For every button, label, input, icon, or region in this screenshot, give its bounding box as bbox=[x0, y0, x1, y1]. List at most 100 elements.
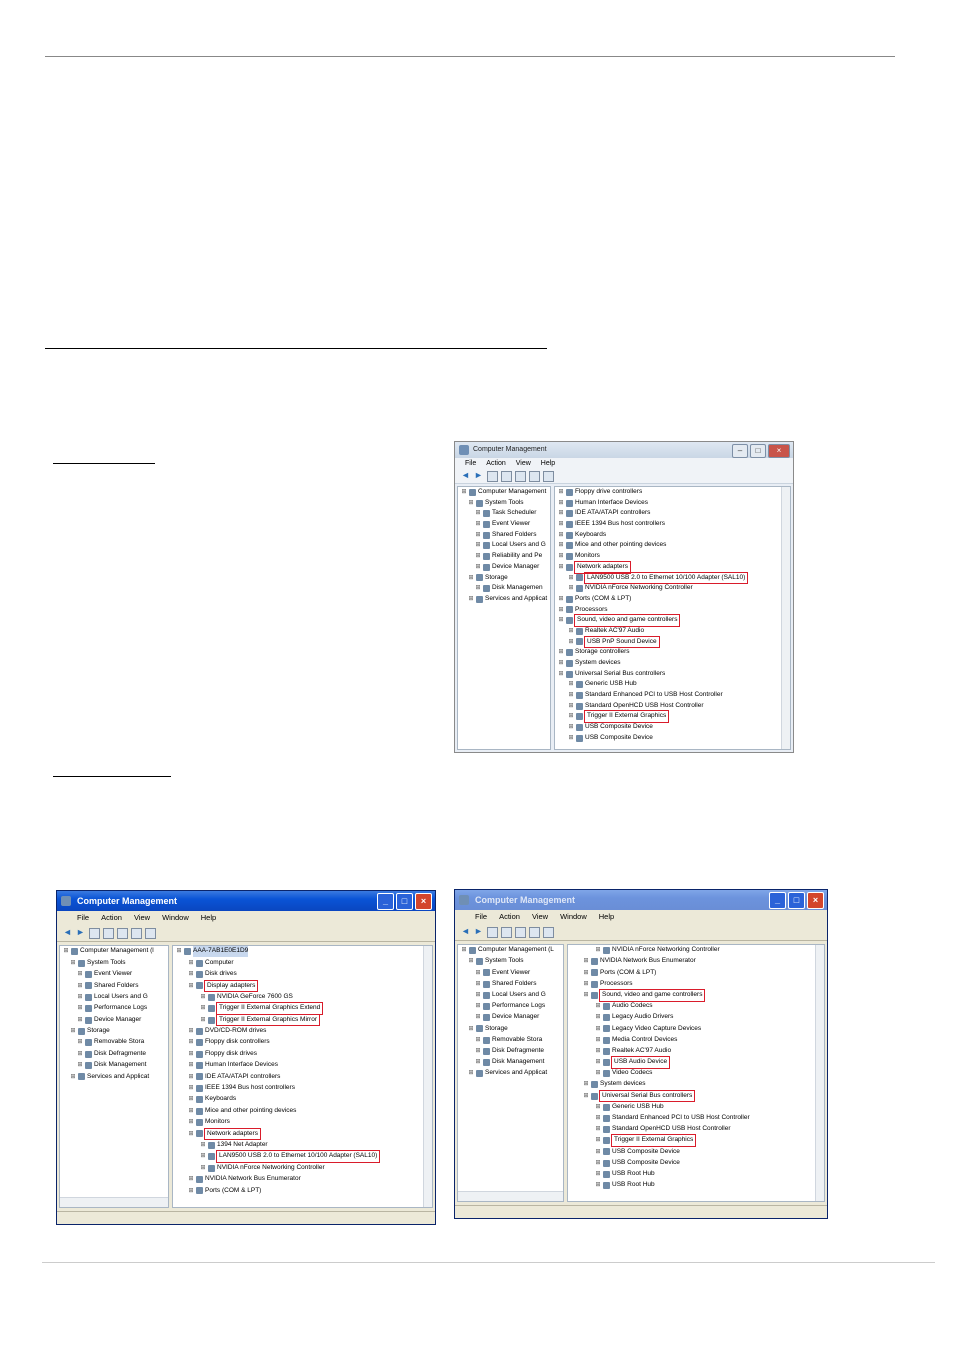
tree-node[interactable]: ⊞ Standard Enhanced PCI to USB Host Contr… bbox=[555, 690, 790, 701]
tree-node[interactable]: ⊞ AAA-7AB1E0E1D9 bbox=[173, 946, 432, 958]
tree-node[interactable]: ⊞ Sound, video and game controllers bbox=[568, 989, 824, 1002]
tree-node[interactable]: ⊞ Realtek AC'97 Audio bbox=[568, 1046, 824, 1057]
vertical-scrollbar[interactable] bbox=[815, 945, 824, 1201]
tree-node[interactable]: ⊞ Performance Logs bbox=[60, 1003, 168, 1014]
expand-toggle-icon[interactable]: ⊞ bbox=[595, 1057, 601, 1068]
expand-toggle-icon[interactable]: ⊞ bbox=[188, 969, 194, 980]
menu-help[interactable]: Help bbox=[201, 911, 216, 925]
expand-toggle-icon[interactable]: ⊞ bbox=[200, 1140, 206, 1151]
expand-toggle-icon[interactable]: ⊞ bbox=[188, 1094, 194, 1105]
tree-node[interactable]: ⊞ Event Viewer bbox=[458, 967, 563, 978]
tree-node[interactable]: ⊞ Disk Managemen bbox=[458, 583, 550, 594]
expand-toggle-icon[interactable]: ⊞ bbox=[77, 1060, 83, 1071]
expand-toggle-icon[interactable]: ⊞ bbox=[188, 1037, 194, 1048]
expand-toggle-icon[interactable]: ⊞ bbox=[558, 519, 564, 530]
tree-node[interactable]: ⊞ USB Composite Device bbox=[568, 1146, 824, 1157]
tree-node[interactable]: ⊞ Disk Defragmente bbox=[458, 1046, 563, 1057]
close-button[interactable]: × bbox=[807, 892, 824, 909]
tree-node[interactable]: ⊞ USB Root Hub bbox=[568, 1180, 824, 1191]
expand-toggle-icon[interactable]: ⊞ bbox=[475, 1057, 481, 1068]
tree-node[interactable]: ⊞ Monitors bbox=[173, 1117, 432, 1128]
tree-node[interactable]: ⊞ Monitors bbox=[555, 551, 790, 562]
expand-toggle-icon[interactable]: ⊞ bbox=[595, 1113, 601, 1124]
expand-toggle-icon[interactable]: ⊞ bbox=[558, 615, 564, 626]
tree-node[interactable]: ⊞ Performance Logs bbox=[458, 1001, 563, 1012]
menu-file[interactable]: File bbox=[77, 911, 89, 925]
tree-node[interactable]: ⊞ USB Composite Device bbox=[555, 722, 790, 733]
help-icon[interactable] bbox=[145, 927, 156, 939]
tree-node[interactable]: ⊞ Computer Management (l bbox=[60, 946, 168, 957]
expand-toggle-icon[interactable]: ⊞ bbox=[568, 583, 574, 594]
print-icon[interactable] bbox=[515, 926, 526, 938]
expand-toggle-icon[interactable]: ⊞ bbox=[70, 1026, 76, 1037]
tree-node[interactable]: ⊞ Storage controllers bbox=[555, 647, 790, 658]
expand-toggle-icon[interactable]: ⊞ bbox=[188, 981, 194, 992]
tree-node[interactable]: ⊞ Video Codecs bbox=[568, 1068, 824, 1079]
tree-node[interactable]: ⊞ Audio Codecs bbox=[568, 1001, 824, 1012]
tree-node[interactable]: ⊞ Network adapters bbox=[555, 560, 790, 574]
expand-toggle-icon[interactable]: ⊞ bbox=[595, 1147, 601, 1158]
help-icon[interactable] bbox=[543, 926, 554, 938]
tree-node[interactable]: ⊞ Disk Management bbox=[60, 1060, 168, 1071]
tree-node[interactable]: ⊞ Human Interface Devices bbox=[173, 1060, 432, 1071]
expand-toggle-icon[interactable]: ⊞ bbox=[558, 605, 564, 616]
menu-view[interactable]: View bbox=[532, 910, 548, 924]
tree-node[interactable]: ⊞ Computer Management (L bbox=[458, 945, 563, 956]
tree-node[interactable]: ⊞ System Tools bbox=[458, 498, 550, 509]
print-icon[interactable] bbox=[117, 927, 128, 939]
expand-toggle-icon[interactable]: ⊞ bbox=[77, 1037, 83, 1048]
expand-toggle-icon[interactable]: ⊞ bbox=[475, 530, 481, 541]
expand-toggle-icon[interactable]: ⊞ bbox=[188, 1106, 194, 1117]
expand-toggle-icon[interactable]: ⊞ bbox=[558, 551, 564, 562]
expand-toggle-icon[interactable]: ⊞ bbox=[583, 979, 589, 990]
expand-toggle-icon[interactable]: ⊞ bbox=[77, 1003, 83, 1014]
tree-node[interactable]: ⊞ Event Viewer bbox=[60, 969, 168, 980]
expand-toggle-icon[interactable]: ⊞ bbox=[176, 946, 182, 957]
tree-node[interactable]: ⊞ Services and Applicat bbox=[458, 1068, 563, 1079]
tree-node[interactable]: ⊞ Mice and other pointing devices bbox=[555, 540, 790, 551]
tree-node[interactable]: ⊞ Human Interface Devices bbox=[555, 498, 790, 509]
tree-node[interactable]: ⊞ USB Composite Device bbox=[555, 733, 790, 744]
minimize-button[interactable]: _ bbox=[377, 893, 394, 910]
forward-arrow-icon[interactable]: ► bbox=[76, 928, 86, 938]
expand-toggle-icon[interactable]: ⊞ bbox=[595, 1124, 601, 1135]
expand-toggle-icon[interactable]: ⊞ bbox=[558, 508, 564, 519]
tree-node[interactable]: ⊞ Shared Folders bbox=[458, 979, 563, 990]
scan-hardware-icon[interactable] bbox=[543, 470, 554, 482]
expand-toggle-icon[interactable]: ⊞ bbox=[475, 979, 481, 990]
expand-toggle-icon[interactable]: ⊞ bbox=[475, 1001, 481, 1012]
expand-toggle-icon[interactable]: ⊞ bbox=[595, 1135, 601, 1146]
tree-node[interactable]: ⊞ Media Control Devices bbox=[568, 1035, 824, 1046]
horizontal-scrollbar[interactable] bbox=[458, 1191, 563, 1201]
expand-toggle-icon[interactable]: ⊞ bbox=[475, 583, 481, 594]
expand-toggle-icon[interactable]: ⊞ bbox=[558, 647, 564, 658]
tree-node[interactable]: ⊞ Floppy drive controllers bbox=[555, 487, 790, 498]
tree-node[interactable]: ⊞ Device Manager bbox=[458, 562, 550, 573]
tree-node[interactable]: ⊞ Sound, video and game controllers bbox=[555, 614, 790, 627]
expand-toggle-icon[interactable]: ⊞ bbox=[188, 1026, 194, 1037]
expand-toggle-icon[interactable]: ⊞ bbox=[188, 1186, 194, 1197]
vista-title-bar[interactable]: Computer Management – □ × bbox=[455, 442, 793, 458]
tree-node[interactable]: ⊞ Processors bbox=[568, 979, 824, 990]
tree-node[interactable]: ⊞ Display adapters bbox=[173, 979, 432, 993]
tree-node[interactable]: ⊞ Keyboards bbox=[555, 530, 790, 541]
xp-title-bar[interactable]: Computer Management _ □ × bbox=[57, 891, 435, 911]
up-folder-icon[interactable] bbox=[487, 470, 498, 482]
properties-icon[interactable] bbox=[515, 470, 526, 482]
expand-toggle-icon[interactable]: ⊞ bbox=[77, 981, 83, 992]
tree-node[interactable]: ⊞ USB PnP Sound Device bbox=[555, 635, 790, 649]
menu-view[interactable]: View bbox=[134, 911, 150, 925]
tree-node[interactable]: ⊞ Ports (COM & LPT) bbox=[568, 967, 824, 978]
tree-node[interactable]: ⊞ Legacy Audio Drivers bbox=[568, 1012, 824, 1023]
tree-node[interactable]: ⊞ IEEE 1394 Bus host controllers bbox=[173, 1083, 432, 1094]
tree-node[interactable]: ⊞ Local Users and G bbox=[60, 992, 168, 1003]
expand-toggle-icon[interactable]: ⊞ bbox=[595, 1068, 601, 1079]
expand-toggle-icon[interactable]: ⊞ bbox=[70, 1072, 76, 1083]
up-folder-icon[interactable] bbox=[89, 927, 100, 939]
tree-node[interactable]: ⊞ Local Users and G bbox=[458, 990, 563, 1001]
tree-node[interactable]: ⊞ USB Composite Device bbox=[568, 1158, 824, 1169]
tree-node[interactable]: ⊞ System devices bbox=[568, 1079, 824, 1090]
forward-arrow-icon[interactable]: ► bbox=[474, 471, 484, 481]
back-arrow-icon[interactable]: ◄ bbox=[461, 927, 471, 937]
expand-toggle-icon[interactable]: ⊞ bbox=[188, 1083, 194, 1094]
